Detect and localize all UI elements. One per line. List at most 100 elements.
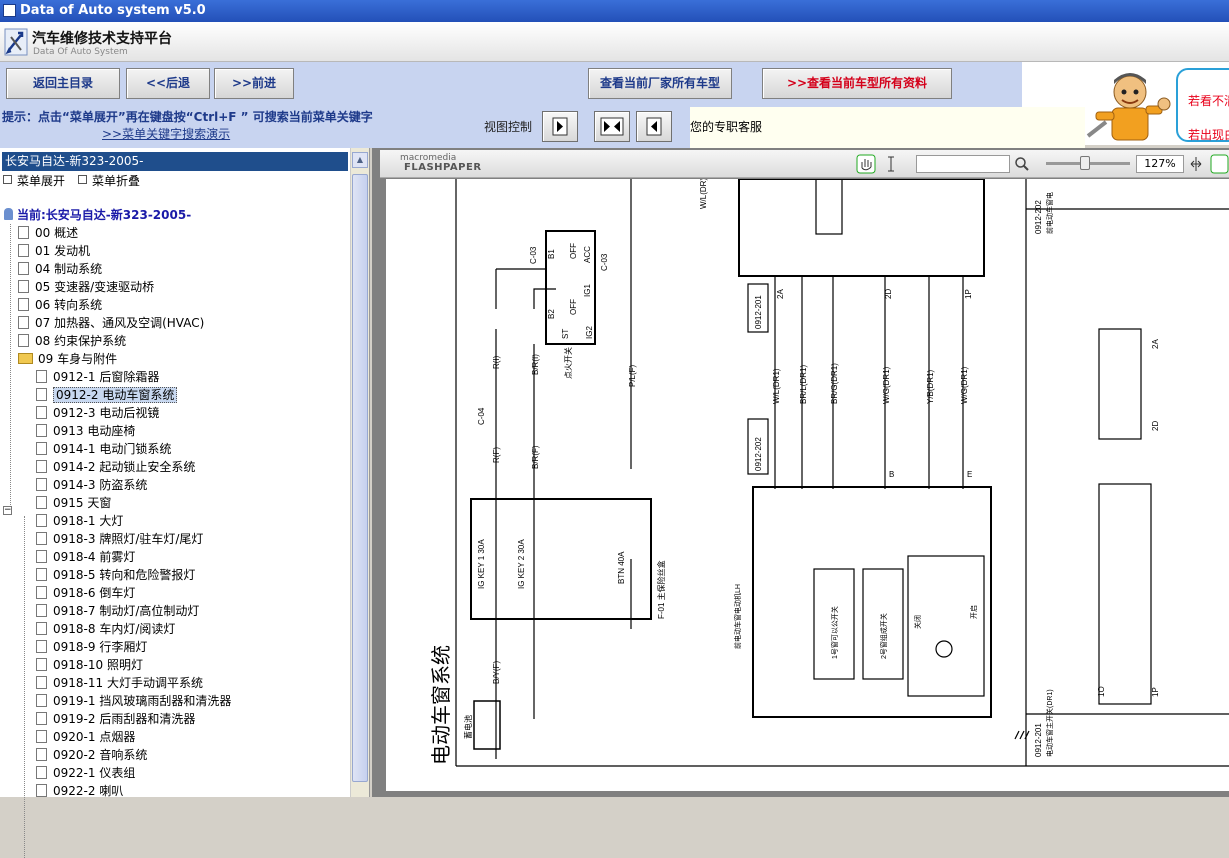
page-icon	[36, 496, 47, 509]
connector-pin-1p: 1P	[1151, 687, 1160, 697]
menu-item-08[interactable]: 08 约束保护系统	[18, 332, 126, 350]
sw-b1: B1	[547, 249, 556, 259]
page-icon	[18, 316, 29, 329]
page-icon	[36, 424, 47, 437]
submenu-item[interactable]: 0918-11 大灯手动调平系统	[36, 674, 203, 692]
menu-collapse-button[interactable]: 菜单折叠	[78, 172, 140, 189]
folder-open-icon	[18, 353, 33, 364]
sw-off1: OFF	[569, 243, 578, 259]
submenu-item-label: 0918-7 制动灯/高位制动灯	[53, 604, 200, 618]
ref-0912-201a: 0912-201	[754, 295, 763, 329]
wire-wl-dr1: W/L(DR1)	[772, 368, 781, 404]
current-car-bar[interactable]: 长安马自达-新323-2005-	[2, 152, 348, 171]
submenu-item[interactable]: 0918-9 行李厢灯	[36, 638, 147, 656]
view-split-button[interactable]	[594, 111, 630, 142]
submenu-item[interactable]: 0914-1 电动门锁系统	[36, 440, 171, 458]
wiring-diagram-page: C-03 C-03 B1 B2 OFF ACC IG1 OFF ST IG2 点…	[386, 179, 1229, 791]
page-icon	[36, 622, 47, 635]
submenu-item-label: 0918-4 前雾灯	[53, 550, 136, 564]
scroll-up-icon[interactable]: ▲	[352, 152, 368, 168]
submenu-item[interactable]: 0913 电动座椅	[36, 422, 135, 440]
wire-pl-f: P/L(F)	[628, 364, 637, 387]
submenu-item[interactable]: 0912-1 后窗除霜器	[36, 368, 159, 386]
model-all-button[interactable]: >>查看当前车型所有资料	[762, 68, 952, 99]
search-demo-link[interactable]: >>菜单关键字搜索演示	[102, 125, 230, 142]
find-input[interactable]	[916, 155, 1010, 173]
submenu-item[interactable]: 0918-7 制动灯/高位制动灯	[36, 602, 199, 620]
submenu-item-label: 0913 电动座椅	[53, 424, 136, 438]
submenu-item[interactable]: 0920-2 音响系统	[36, 746, 147, 764]
submenu-item[interactable]: 0914-2 起动锁止安全系统	[36, 458, 195, 476]
page-icon	[18, 244, 29, 257]
submenu-item[interactable]: 0918-4 前雾灯	[36, 548, 135, 566]
view-expand-left-button[interactable]	[542, 111, 578, 142]
sw-acc: ACC	[583, 246, 592, 263]
arrow-left-icon	[646, 117, 662, 136]
front-motor-label: 前电动车窗电	[1045, 192, 1054, 234]
page-icon	[36, 604, 47, 617]
master-switch-label: 电动车窗主开关(DR1)	[1045, 689, 1054, 757]
ignition-switch-label: 点火开关	[563, 347, 573, 379]
back-button[interactable]: <<后退	[126, 68, 210, 99]
submenu-item[interactable]: 0918-1 大灯	[36, 512, 123, 530]
menu-item-07[interactable]: 07 加热器、通风及空调(HVAC)	[18, 314, 204, 332]
wrench-logo-icon	[4, 28, 28, 56]
menu-item-05[interactable]: 05 变速器/变速驱动桥	[18, 278, 154, 296]
submenu-item[interactable]: 0922-2 喇叭	[36, 782, 123, 800]
submenu-item-label: 0922-2 喇叭	[53, 784, 124, 798]
maker-models-button[interactable]: 查看当前厂家所有车型	[588, 68, 732, 99]
submenu-item[interactable]: 0915 天窗	[36, 494, 111, 512]
home-button[interactable]: 返回主目录	[6, 68, 120, 99]
wire-r-f: R(F)	[492, 447, 501, 463]
hand-tool-icon[interactable]	[856, 154, 876, 174]
submenu-item-label: 0918-11 大灯手动调平系统	[53, 676, 203, 690]
fuse-btn: BTN 40A	[617, 551, 626, 584]
page-icon	[36, 712, 47, 725]
conn-c03a-label: C-03	[529, 246, 538, 264]
search-icon[interactable]	[1014, 156, 1030, 172]
fit-page-icon[interactable]	[1210, 154, 1229, 174]
submenu-item[interactable]: 0918-3 牌照灯/驻车灯/尾灯	[36, 530, 203, 548]
support-text: 您的专职客服	[690, 120, 763, 134]
wiring-diagram: C-03 C-03 B1 B2 OFF ACC IG1 OFF ST IG2 点…	[430, 179, 1229, 767]
menu-item-00[interactable]: 00 概述	[18, 224, 78, 242]
sw-ig2: IG2	[585, 326, 594, 339]
menu-expand-button[interactable]: 菜单展开	[3, 172, 65, 189]
zoom-slider-knob[interactable]	[1080, 156, 1090, 170]
wire-br-i: B/R(I)	[531, 354, 540, 375]
submenu-item-label: 0915 天窗	[53, 496, 112, 510]
sw-b2: B2	[547, 309, 556, 319]
view-expand-right-button[interactable]	[636, 111, 672, 142]
sidebar-scrollbar[interactable]: ▲	[350, 148, 369, 797]
ref-0912-202b: 0912-202	[1034, 200, 1043, 234]
zoom-value[interactable]: 127%	[1136, 155, 1184, 173]
submenu-item[interactable]: 0918-5 转向和危险警报灯	[36, 566, 195, 584]
text-select-icon[interactable]	[884, 154, 898, 174]
wire-wgd-dr1: W/G(DR1)	[960, 366, 969, 404]
submenu-item[interactable]: 0920-1 点烟器	[36, 728, 135, 746]
wire-by-f: B/Y(F)	[492, 661, 501, 684]
submenu-item-label: 0922-1 仪表组	[53, 766, 136, 780]
switch-2-label: 2号窗组成开关	[879, 613, 888, 659]
submenu-item[interactable]: 0912-3 电动后视镜	[36, 404, 159, 422]
submenu-item[interactable]: 0919-1 挡风玻璃雨刮器和清洗器	[36, 692, 231, 710]
submenu-item[interactable]: 0918-8 车内灯/阅读灯	[36, 620, 175, 638]
fit-width-icon[interactable]	[1188, 155, 1204, 173]
menu-item-04[interactable]: 04 制动系统	[18, 260, 102, 278]
submenu-item[interactable]: 0922-1 仪表组	[36, 764, 135, 782]
window-title: Data of Auto system v5.0	[20, 3, 206, 18]
forward-button[interactable]: >>前进	[214, 68, 294, 99]
submenu-item-label: 0912-1 后窗除霜器	[53, 370, 160, 384]
menu-item-06[interactable]: 06 转向系统	[18, 296, 102, 314]
menu-folder-09[interactable]: 09 车身与附件	[18, 350, 117, 368]
menu-item-01[interactable]: 01 发动机	[18, 242, 90, 260]
page-icon	[36, 766, 47, 779]
submenu-item[interactable]: 0919-2 后雨刮器和清洗器	[36, 710, 195, 728]
submenu-item-label: 0918-10 照明灯	[53, 658, 143, 672]
submenu-item[interactable]: 0914-3 防盗系统	[36, 476, 147, 494]
submenu-item[interactable]: 0912-2 电动车窗系统	[36, 386, 178, 404]
submenu-item[interactable]: 0918-10 照明灯	[36, 656, 143, 674]
scroll-thumb[interactable]	[352, 174, 368, 782]
submenu-item[interactable]: 0918-6 倒车灯	[36, 584, 135, 602]
folder-toggle-icon[interactable]: −	[3, 506, 12, 515]
